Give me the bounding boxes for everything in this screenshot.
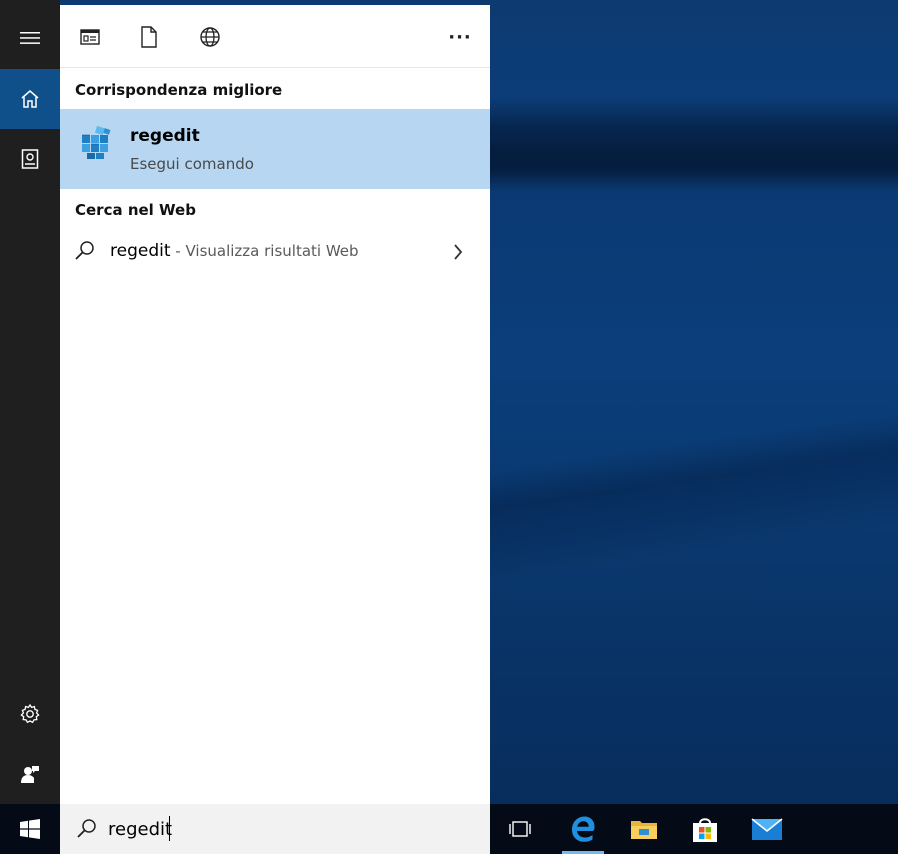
more-icon: ··· xyxy=(448,26,472,48)
filter-bar: ··· xyxy=(60,5,490,68)
edge-icon xyxy=(572,816,595,842)
web-result-suffix: - Visualizza risultati Web xyxy=(170,242,359,260)
best-match-result[interactable]: regedit Esegui comando xyxy=(60,109,490,189)
chevron-right-icon[interactable] xyxy=(452,243,464,261)
documents-filter-button[interactable] xyxy=(137,25,161,49)
hamburger-menu-button[interactable] xyxy=(0,8,60,68)
taskbar xyxy=(0,804,898,854)
menu-icon xyxy=(20,32,40,44)
apps-filter-button[interactable] xyxy=(78,25,102,49)
web-search-header: Cerca nel Web xyxy=(75,201,196,219)
more-options-button[interactable]: ··· xyxy=(448,25,472,49)
text-caret xyxy=(169,816,170,841)
task-view-button[interactable] xyxy=(495,804,545,854)
task-view-icon xyxy=(509,821,531,837)
apps-filter-icon xyxy=(80,29,100,45)
store-icon xyxy=(693,818,717,842)
file-explorer-icon xyxy=(631,821,657,839)
web-filter-button[interactable] xyxy=(198,25,222,49)
start-rail xyxy=(0,0,60,804)
notebook-button[interactable] xyxy=(0,129,60,189)
mail-icon xyxy=(751,818,783,840)
web-filter-icon xyxy=(200,27,220,47)
feedback-icon xyxy=(21,766,39,783)
store-button[interactable] xyxy=(680,804,730,854)
home-icon xyxy=(21,90,39,108)
registry-editor-icon xyxy=(82,125,111,159)
notebook-icon xyxy=(21,149,39,169)
windows-logo-icon xyxy=(20,819,40,839)
settings-button[interactable] xyxy=(0,684,60,744)
home-button[interactable] xyxy=(0,69,60,129)
feedback-button[interactable] xyxy=(0,744,60,804)
best-match-header: Corrispondenza migliore xyxy=(75,81,283,99)
file-explorer-button[interactable] xyxy=(619,804,669,854)
best-match-subtitle: Esegui comando xyxy=(130,155,254,173)
search-results-panel: ··· Corrispondenza migliore regedit Eseg… xyxy=(60,5,490,804)
taskbar-search-box[interactable] xyxy=(60,804,490,854)
search-icon xyxy=(77,819,96,838)
best-match-title: regedit xyxy=(130,126,200,146)
search-icon xyxy=(75,241,94,260)
web-result-query: regedit xyxy=(110,241,171,261)
edge-taskbar-button[interactable] xyxy=(558,804,608,854)
web-result-text: regedit - Visualizza risultati Web xyxy=(110,241,359,261)
mail-button[interactable] xyxy=(742,804,792,854)
start-button[interactable] xyxy=(0,804,60,854)
documents-filter-icon xyxy=(141,26,157,48)
settings-icon xyxy=(20,703,40,724)
search-input[interactable] xyxy=(108,816,468,842)
web-result-row[interactable]: regedit - Visualizza risultati Web xyxy=(60,231,490,273)
